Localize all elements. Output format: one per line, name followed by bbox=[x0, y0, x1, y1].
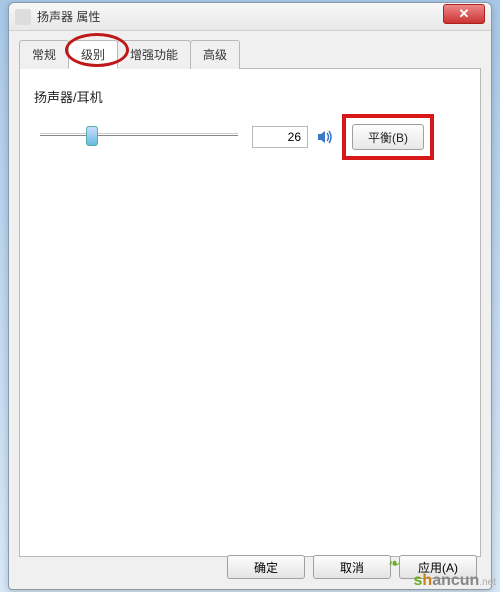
volume-row: 平衡(B) bbox=[34, 114, 466, 160]
slider-thumb[interactable] bbox=[86, 126, 98, 146]
volume-value-input[interactable] bbox=[252, 126, 308, 148]
dialog-window: 扬声器 属性 ✕ 常规 级别 增强功能 高级 扬声器/耳机 bbox=[8, 2, 492, 590]
watermark-leaf-icon: ❧ bbox=[388, 555, 400, 572]
tab-advanced[interactable]: 高级 bbox=[190, 40, 240, 69]
volume-slider[interactable] bbox=[34, 123, 244, 151]
cancel-button[interactable]: 取消 bbox=[313, 555, 391, 579]
app-icon bbox=[15, 9, 31, 25]
tab-strip: 常规 级别 增强功能 高级 bbox=[19, 39, 481, 69]
volume-label: 扬声器/耳机 bbox=[34, 87, 466, 106]
slider-track bbox=[40, 135, 238, 136]
tab-general[interactable]: 常规 bbox=[19, 40, 69, 69]
ok-button[interactable]: 确定 bbox=[227, 555, 305, 579]
window-title: 扬声器 属性 bbox=[37, 8, 443, 25]
tab-enhancements[interactable]: 增强功能 bbox=[117, 40, 191, 69]
dialog-footer: 确定 取消 应用(A) bbox=[227, 555, 477, 579]
close-button[interactable]: ✕ bbox=[443, 4, 485, 24]
speaker-icon[interactable] bbox=[316, 128, 334, 146]
balance-highlight-box: 平衡(B) bbox=[342, 114, 434, 160]
tab-levels[interactable]: 级别 bbox=[68, 40, 118, 69]
apply-button[interactable]: 应用(A) bbox=[399, 555, 477, 579]
content-area: 常规 级别 增强功能 高级 扬声器/耳机 bbox=[9, 31, 491, 565]
close-icon: ✕ bbox=[459, 6, 470, 22]
tab-panel: 扬声器/耳机 平衡(B) bbox=[19, 69, 481, 557]
balance-button[interactable]: 平衡(B) bbox=[352, 124, 424, 150]
titlebar: 扬声器 属性 ✕ bbox=[9, 3, 491, 31]
